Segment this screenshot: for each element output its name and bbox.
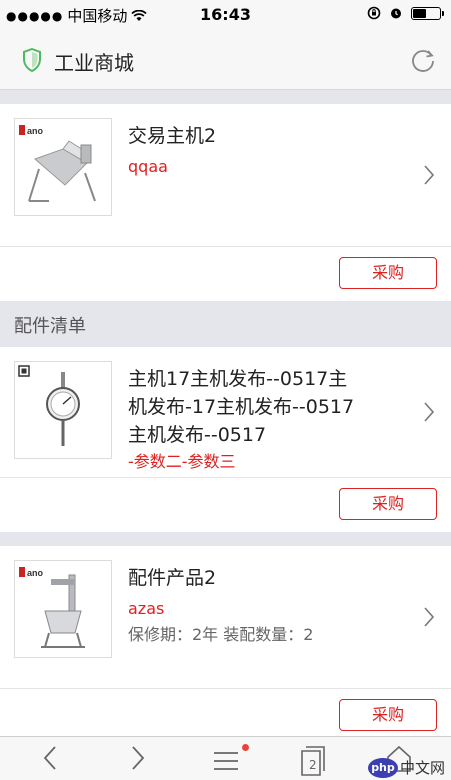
php-badge: php <box>367 757 398 778</box>
watermark: php 中文网 <box>367 757 445 778</box>
product-subtitle: qqaa <box>128 157 168 176</box>
buy-button[interactable]: 采购 <box>339 699 437 731</box>
brand-logo-icon <box>18 365 30 377</box>
battery-icon <box>411 6 444 20</box>
product-subtitle: -参数二-参数三 <box>128 452 236 471</box>
product-image: ano <box>14 560 112 658</box>
watermark-text: 中文网 <box>399 759 445 777</box>
buy-button[interactable]: 采购 <box>339 257 437 289</box>
product-name-line: 机发布-17主机发布--0517 <box>128 396 355 418</box>
bottom-toolbar: 2 php 中文网 <box>0 736 451 780</box>
product-subtitle: azas <box>128 599 165 618</box>
back-icon[interactable] <box>40 743 60 773</box>
notification-dot <box>242 744 249 751</box>
machine-illustration-icon <box>28 140 96 202</box>
menu-button[interactable] <box>212 743 249 777</box>
chevron-right-icon <box>424 402 435 422</box>
product-image: ano <box>14 118 112 216</box>
product-row[interactable]: ano 配件产品2 azas 保修期：2年 装配数量：2 <box>0 546 451 689</box>
status-bar: ●●●●● 中国移动 16:43 <box>0 0 451 30</box>
chevron-right-icon <box>424 607 435 627</box>
product-info: 主机17主机发布--0517主 机发布-17主机发布--0517 主机发布--0… <box>128 361 354 475</box>
product-name: 交易主机2 <box>128 125 217 147</box>
menu-icon <box>214 752 238 770</box>
page-title: 工业商城 <box>54 51 134 75</box>
shield-icon <box>23 48 41 72</box>
product-name-line: 主机17主机发布--0517主 <box>128 368 348 390</box>
app-header: 工业商城 <box>0 30 451 90</box>
product-info: 配件产品2 azas 保修期：2年 装配数量：2 <box>128 560 313 648</box>
section-title: 配件清单 <box>0 301 451 347</box>
product-image <box>14 361 112 459</box>
status-right <box>367 6 444 20</box>
product-name: 配件产品2 <box>128 567 217 589</box>
buy-button[interactable]: 采购 <box>339 488 437 520</box>
buy-row: 采购 <box>0 478 451 532</box>
product-row[interactable]: 主机17主机发布--0517主 机发布-17主机发布--0517 主机发布--0… <box>0 347 451 478</box>
product-row[interactable]: ano 交易主机2 qqaa <box>0 104 451 247</box>
lift-machine-illustration-icon <box>41 574 85 648</box>
refresh-icon[interactable] <box>409 46 437 74</box>
buy-row: 采购 <box>0 689 451 736</box>
forward-icon[interactable] <box>128 743 148 773</box>
product-info: 交易主机2 qqaa <box>128 118 216 180</box>
content-area: ano 交易主机2 qqaa 采购 配件清单 主机17主机发布--0517主 机… <box>0 90 451 736</box>
buy-row: 采购 <box>0 247 451 301</box>
accessory-card: 主机17主机发布--0517主 机发布-17主机发布--0517 主机发布--0… <box>0 347 451 532</box>
spacer <box>0 532 451 546</box>
main-product-card: ano 交易主机2 qqaa 采购 <box>0 104 451 301</box>
spacer <box>0 90 451 104</box>
gauge-illustration-icon <box>18 365 80 446</box>
product-meta: 保修期：2年 装配数量：2 <box>128 625 314 644</box>
accessory-card: ano 配件产品2 azas 保修期：2年 装配数量：2 采购 <box>0 546 451 736</box>
alarm-icon <box>391 8 401 19</box>
chevron-right-icon <box>424 165 435 185</box>
product-name-line: 主机发布--0517 <box>128 424 267 446</box>
tabs-button[interactable]: 2 <box>298 743 328 777</box>
rotation-lock-icon <box>367 6 381 20</box>
tab-count: 2 <box>309 758 317 772</box>
